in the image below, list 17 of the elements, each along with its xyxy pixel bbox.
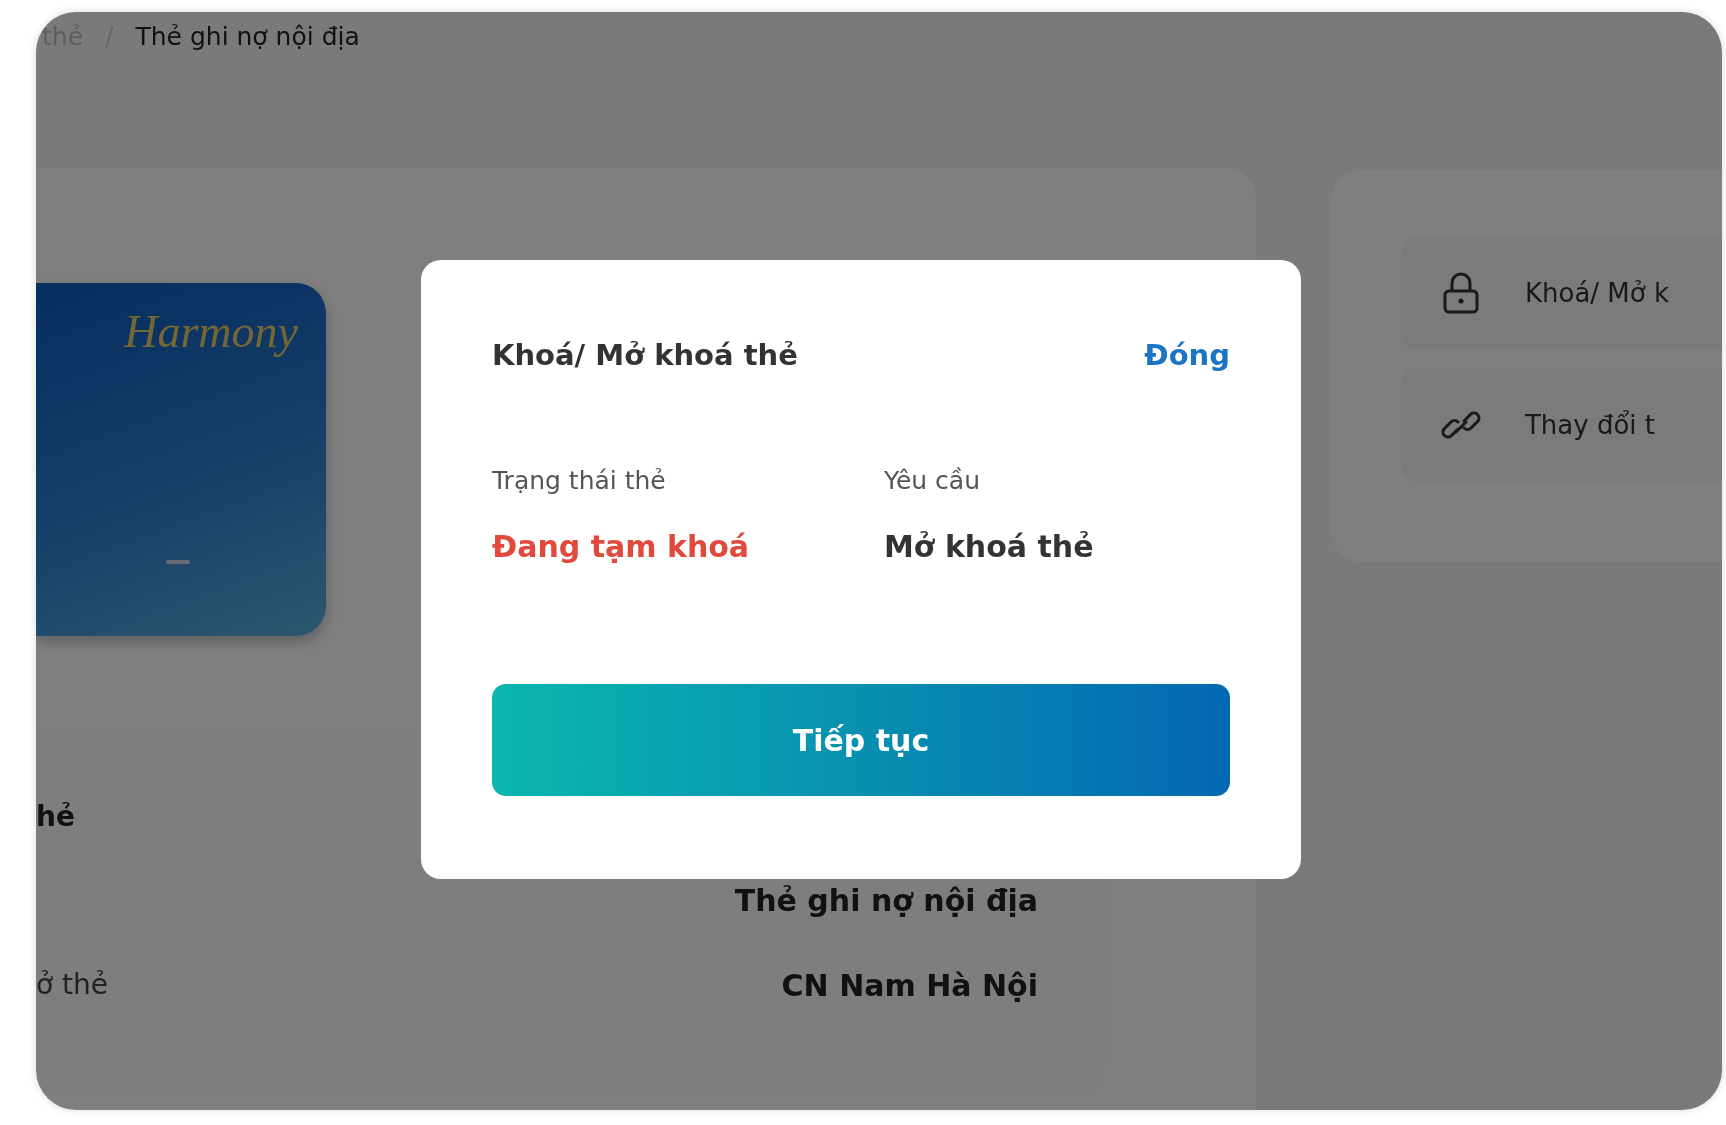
action-item[interactable]: Khoá/ Mở k: [1400, 236, 1722, 350]
detail-label: ở thẻ: [36, 968, 108, 1003]
detail-value: CN Nam Hà Nội: [781, 968, 1038, 1003]
continue-button[interactable]: Tiếp tục: [492, 684, 1230, 796]
field-value: Mở khoá thẻ: [884, 529, 1095, 564]
detail-value: Thẻ ghi nợ nội địa: [734, 883, 1038, 918]
field-label: Trạng thái thẻ: [492, 466, 667, 495]
breadcrumb-separator: /: [105, 21, 114, 51]
breadcrumb-item: Thẻ ghi nợ nội địa: [135, 21, 360, 51]
action-item[interactable]: Thay đổi t: [1400, 368, 1722, 482]
field-value: Đang tạm khoá: [492, 529, 751, 564]
card-brand: Harmony: [124, 305, 298, 358]
modal-title: Khoá/ Mở khoá thẻ: [492, 338, 798, 372]
section-heading: hẻ: [36, 800, 76, 833]
field-label: Yêu cầu: [884, 466, 982, 495]
card-mark: [166, 560, 190, 564]
close-button[interactable]: Đóng: [1144, 338, 1230, 372]
